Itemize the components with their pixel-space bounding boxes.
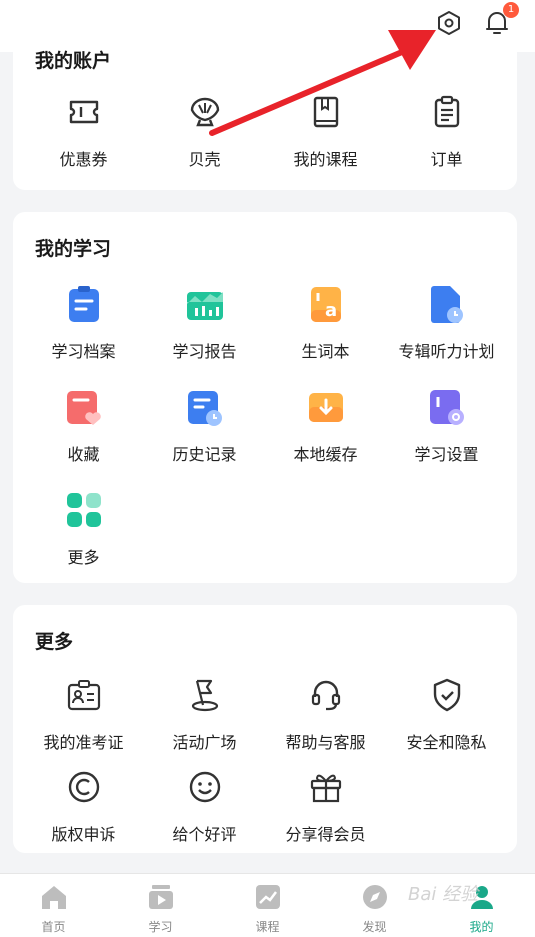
compass-icon <box>360 882 390 912</box>
study-item-vocabulary[interactable]: a 生词本 <box>265 276 386 379</box>
nav-tab-home[interactable]: 首页 <box>0 874 107 937</box>
item-label: 本地缓存 <box>293 445 358 464</box>
history-icon <box>185 387 225 427</box>
notification-bell-icon[interactable]: 1 <box>483 2 519 38</box>
favorites-icon <box>64 387 104 427</box>
listening-plan-icon <box>427 284 467 324</box>
coupon-icon <box>64 92 104 132</box>
nav-tab-study[interactable]: 学习 <box>107 874 214 937</box>
vocabulary-icon: a <box>306 284 346 324</box>
nav-tab-courses[interactable]: 课程 <box>214 874 321 937</box>
study-settings-icon <box>427 387 467 427</box>
study-item-archive[interactable]: 学习档案 <box>23 276 144 379</box>
item-label: 学习报告 <box>172 342 237 361</box>
study-item-settings[interactable]: 学习设置 <box>386 379 507 482</box>
smiley-icon <box>185 767 225 807</box>
item-label: 更多 <box>67 548 100 567</box>
home-icon <box>39 882 69 912</box>
activity-flag-icon <box>185 675 225 715</box>
notification-badge: 1 <box>503 2 519 18</box>
shield-icon <box>427 675 467 715</box>
account-title: 我的账户 <box>35 50 112 72</box>
settings-icon[interactable] <box>435 8 463 38</box>
study-item-local-cache[interactable]: 本地缓存 <box>265 379 386 482</box>
chart-icon <box>253 882 283 912</box>
item-label: 分享得会员 <box>285 825 366 844</box>
item-label: 学习设置 <box>414 445 479 464</box>
study-card: 我的学习 学习档案 学习报告 a 生词本 专辑听力计划 收藏 历史记录 本地缓存 <box>13 212 517 583</box>
study-report-icon <box>185 284 225 324</box>
item-label: 历史记录 <box>172 445 237 464</box>
gift-icon <box>306 767 346 807</box>
more-item-security[interactable]: 安全和隐私 <box>386 667 507 759</box>
item-label: 生词本 <box>301 342 350 361</box>
study-item-history[interactable]: 历史记录 <box>144 379 265 482</box>
item-label: 订单 <box>430 150 463 169</box>
account-card: 我的账户 优惠券 贝壳 我的课程 订单 <box>13 40 517 190</box>
item-label: 我的准考证 <box>43 733 124 752</box>
study-item-more[interactable]: 更多 <box>23 482 144 585</box>
play-book-icon <box>146 882 176 912</box>
more-item-share[interactable]: 分享得会员 <box>265 759 386 851</box>
more-apps-icon <box>64 490 104 530</box>
study-item-report[interactable]: 学习报告 <box>144 276 265 379</box>
study-item-favorites[interactable]: 收藏 <box>23 379 144 482</box>
order-icon <box>427 92 467 132</box>
item-label: 我的课程 <box>293 150 358 169</box>
more-card: 更多 我的准考证 活动广场 帮助与客服 安全和隐私 版权申诉 给个好评 分享得会… <box>13 605 517 853</box>
account-item-courses[interactable]: 我的课程 <box>265 84 386 187</box>
copyright-icon <box>64 767 104 807</box>
more-item-copyright[interactable]: 版权申诉 <box>23 759 144 851</box>
item-label: 收藏 <box>67 445 100 464</box>
svg-text:a: a <box>325 300 337 321</box>
local-cache-icon <box>306 387 346 427</box>
item-label: 给个好评 <box>172 825 237 844</box>
item-label: 版权申诉 <box>51 825 116 844</box>
study-title: 我的学习 <box>35 238 112 260</box>
headset-icon <box>306 675 346 715</box>
more-item-admission[interactable]: 我的准考证 <box>23 667 144 759</box>
watermark: Bai 经验 <box>408 884 479 905</box>
account-item-shell[interactable]: 贝壳 <box>144 84 265 187</box>
admission-ticket-icon <box>64 675 104 715</box>
more-item-rate[interactable]: 给个好评 <box>144 759 265 851</box>
account-item-orders[interactable]: 订单 <box>386 84 507 187</box>
item-label: 专辑听力计划 <box>398 342 495 361</box>
shell-icon <box>185 92 225 132</box>
more-item-help[interactable]: 帮助与客服 <box>265 667 386 759</box>
more-title: 更多 <box>35 631 74 653</box>
item-label: 活动广场 <box>172 733 237 752</box>
nav-label: 首页 <box>41 920 66 934</box>
item-label: 学习档案 <box>51 342 116 361</box>
nav-label: 发现 <box>362 920 387 934</box>
item-label: 优惠券 <box>59 150 108 169</box>
account-item-coupon[interactable]: 优惠券 <box>23 84 144 187</box>
nav-label: 我的 <box>469 920 494 934</box>
study-item-listening-plan[interactable]: 专辑听力计划 <box>386 276 507 379</box>
item-label: 安全和隐私 <box>406 733 487 752</box>
nav-label: 学习 <box>148 920 173 934</box>
study-archive-icon <box>64 284 104 324</box>
nav-label: 课程 <box>255 920 280 934</box>
item-label: 贝壳 <box>188 150 221 169</box>
more-item-activity[interactable]: 活动广场 <box>144 667 265 759</box>
item-label: 帮助与客服 <box>285 733 366 752</box>
book-icon <box>306 92 346 132</box>
